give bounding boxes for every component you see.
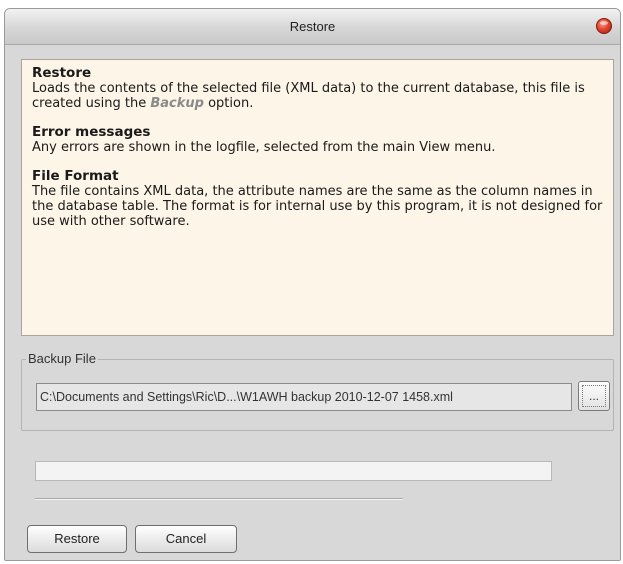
title-bar[interactable]: Restore: [5, 9, 620, 45]
backup-file-label: Backup File: [26, 351, 98, 366]
help-section-restore: Restore Loads the contents of the select…: [32, 65, 603, 112]
restore-button[interactable]: Restore: [27, 525, 127, 553]
help-emphasis-backup: Backup: [150, 96, 204, 111]
close-icon[interactable]: [596, 18, 612, 34]
help-heading: Error messages: [32, 124, 151, 140]
help-panel: Restore Loads the contents of the select…: [21, 59, 614, 336]
help-text: Any errors are shown in the logfile, sel…: [32, 140, 496, 155]
cancel-button[interactable]: Cancel: [135, 525, 237, 553]
help-heading: File Format: [32, 168, 119, 184]
restore-dialog: Restore Restore Loads the contents of th…: [4, 8, 621, 561]
help-text: The file contains XML data, the attribut…: [32, 184, 603, 229]
help-text-part: Loads the contents of the selected file …: [32, 81, 585, 111]
browse-button-label: ...: [582, 385, 606, 407]
help-text: Loads the contents of the selected file …: [32, 81, 603, 111]
help-text-part: option.: [203, 96, 254, 111]
progress-bar: [35, 461, 552, 481]
backup-file-path-field[interactable]: C:\Documents and Settings\Ric\D...\W1AWH…: [36, 383, 572, 411]
help-section-error-messages: Error messages Any errors are shown in t…: [32, 124, 603, 156]
help-heading: Restore: [32, 65, 92, 81]
browse-button[interactable]: ...: [578, 381, 610, 411]
divider: [35, 498, 403, 500]
help-section-file-format: File Format The file contains XML data, …: [32, 168, 603, 230]
window-title: Restore: [289, 19, 336, 34]
backup-file-group: Backup File C:\Documents and Settings\Ri…: [21, 351, 614, 431]
